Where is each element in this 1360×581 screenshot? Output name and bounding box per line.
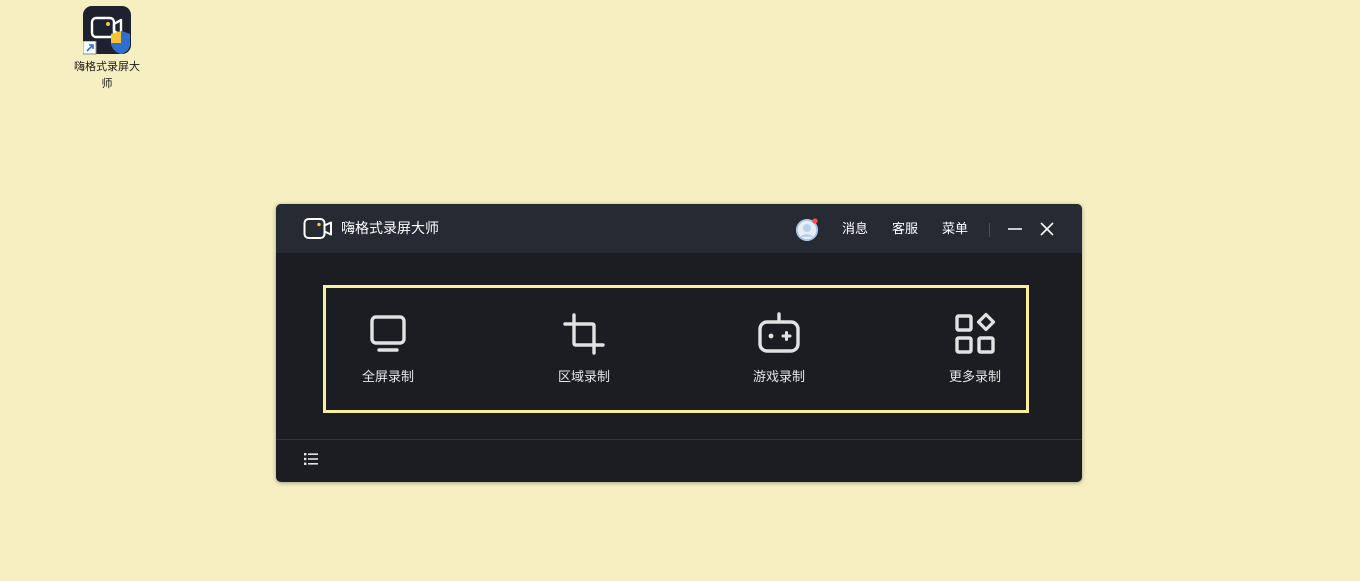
mode-label: 更多录制 — [948, 370, 1001, 385]
menu-link[interactable]: 菜单 — [942, 220, 968, 240]
monitor-icon — [370, 315, 406, 352]
crop-icon — [563, 313, 605, 355]
region-record-button[interactable]: 区域录制 — [529, 288, 639, 410]
more-record-button[interactable]: 更多录制 — [920, 288, 1030, 410]
title-bar[interactable]: 嗨格式录屏大师 消息 客服 菜单 — [276, 204, 1082, 253]
desktop-shortcut-label: 嗨格式录屏大师 — [74, 60, 140, 90]
avatar[interactable] — [795, 218, 819, 242]
app-shortcut-icon — [83, 6, 131, 55]
apps-grid-icon — [955, 312, 996, 354]
mode-label: 游戏录制 — [752, 370, 805, 385]
minimize-icon[interactable] — [1006, 220, 1024, 238]
messages-link[interactable]: 消息 — [842, 220, 868, 240]
footer-divider — [276, 439, 1082, 440]
app-window: 嗨格式录屏大师 消息 客服 菜单 全屏录制 区域录制 游戏录制 更多录制 — [276, 204, 1082, 482]
desktop: 嗨格式录屏大师 嗨格式录屏大师 消息 客服 菜单 全屏录制 区域录制 游戏录制 … — [0, 0, 1360, 581]
video-camera-icon — [303, 218, 332, 239]
list-icon[interactable] — [302, 450, 320, 468]
desktop-shortcut[interactable]: 嗨格式录屏大师 — [70, 6, 144, 92]
support-link[interactable]: 客服 — [892, 220, 918, 240]
close-icon[interactable] — [1038, 220, 1056, 238]
mode-label: 全屏录制 — [361, 370, 414, 385]
recording-modes: 全屏录制 区域录制 游戏录制 更多录制 — [323, 285, 1029, 413]
header-divider — [989, 223, 990, 237]
fullscreen-record-button[interactable]: 全屏录制 — [333, 288, 443, 410]
gamepad-icon — [758, 312, 800, 353]
window-title: 嗨格式录屏大师 — [341, 221, 439, 237]
game-record-button[interactable]: 游戏录制 — [724, 288, 834, 410]
mode-label: 区域录制 — [557, 370, 610, 385]
